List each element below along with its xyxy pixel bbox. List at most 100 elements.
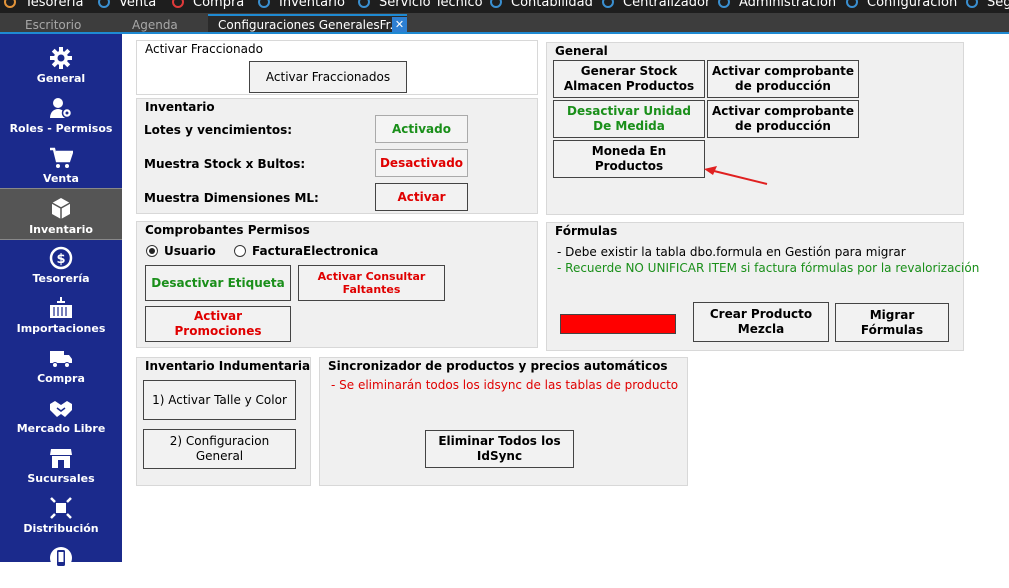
sidebar-item-compra[interactable]: Compra <box>0 338 122 388</box>
group-title: Inventario <box>145 100 215 114</box>
group-inventario: Inventario Lotes y vencimientos: Activad… <box>136 98 538 214</box>
activar-comprobante-produccion-button-2[interactable]: Activar comprobante de producción <box>707 100 859 138</box>
configuracion-general-button[interactable]: 2) Configuracion General <box>143 429 296 469</box>
menu-item-venta[interactable]: Venta <box>98 0 156 10</box>
menu-item-administracion[interactable]: Administración <box>718 0 836 10</box>
menu-dot-icon <box>358 0 370 8</box>
sidebar-item-label: Roles - Permisos <box>9 122 113 135</box>
group-title: Sincronizador de productos y precios aut… <box>328 359 668 373</box>
migrar-formulas-button[interactable]: Migrar Fórmulas <box>835 303 949 342</box>
group-comprobantes-permisos: Comprobantes Permisos Usuario FacturaEle… <box>136 221 538 348</box>
gear-icon <box>50 47 72 69</box>
menu-item-inventario[interactable]: Inventario <box>258 0 345 10</box>
progress-bar <box>560 314 676 334</box>
truck-icon <box>50 351 72 368</box>
menu-dot-icon <box>172 0 184 8</box>
menu-dot-icon <box>98 0 110 8</box>
group-title: General <box>555 44 608 58</box>
lotes-vencimientos-toggle-button[interactable]: Activado <box>375 115 468 143</box>
menu-item-servicio-tecnico[interactable]: Servicio Técnico <box>358 0 483 10</box>
desactivar-unidad-medida-button[interactable]: Desactivar Unidad De Medida <box>553 100 705 138</box>
menu-dot-icon <box>846 0 858 8</box>
sidebar-item-label: Inventario <box>29 223 93 236</box>
sidebar-item-tesoreria[interactable]: $ Tesorería <box>0 238 122 288</box>
top-menu-bar: Tesorería Venta Compra Inventario Servic… <box>0 0 1009 13</box>
dimensiones-ml-toggle-button[interactable]: Activar <box>375 183 468 211</box>
tab-configuraciones-generales[interactable]: Configuraciones GeneralesFr... ✕ <box>208 14 407 34</box>
sidebar-item-label: Sucursales <box>27 472 95 485</box>
dimensiones-ml-label: Muestra Dimensiones ML: <box>144 191 319 205</box>
activar-fraccionados-button[interactable]: Activar Fraccionados <box>249 61 407 93</box>
box-icon <box>51 198 71 219</box>
group-title: Activar Fraccionado <box>145 42 263 56</box>
menu-dot-icon <box>966 0 978 8</box>
menu-dot-icon <box>490 0 502 8</box>
sincronizador-note: - Se eliminarán todos los idsync de las … <box>331 378 679 392</box>
radio-usuario[interactable] <box>146 245 158 257</box>
menu-dot-icon <box>258 0 270 8</box>
money-cycle-icon: $ <box>49 246 73 270</box>
container-icon <box>50 297 72 318</box>
menu-item-centralizador[interactable]: Centralizador <box>602 0 710 10</box>
stock-bultos-label: Muestra Stock x Bultos: <box>144 157 306 171</box>
sidebar-item-mercado-libre[interactable]: Mercado Libre <box>0 388 122 438</box>
store-icon <box>50 449 72 468</box>
sidebar-item-roles-permisos[interactable]: Roles - Permisos <box>0 88 122 138</box>
stock-bultos-toggle-button[interactable]: Desactivado <box>375 149 468 177</box>
close-icon[interactable]: ✕ <box>392 17 407 32</box>
menu-dot-icon <box>602 0 614 8</box>
tab-bar: Escritorio Agenda Configuraciones Genera… <box>0 13 1009 34</box>
crear-producto-mezcla-button[interactable]: Crear Producto Mezcla <box>693 302 829 342</box>
sidebar-item-inventario[interactable]: Inventario <box>0 188 122 240</box>
svg-text:$: $ <box>56 252 65 267</box>
formulas-note-tabla: - Debe existir la tabla dbo.formula en G… <box>557 245 906 259</box>
group-title: Inventario Indumentaria <box>145 359 311 373</box>
distribution-icon <box>50 497 72 519</box>
sidebar-item-importaciones[interactable]: Importaciones <box>0 288 122 338</box>
moneda-en-productos-button[interactable]: Moneda En Productos <box>553 140 705 178</box>
sidebar-item-label: Compra <box>37 372 85 385</box>
sidebar: General Roles - Permisos Venta Inventari… <box>0 34 122 569</box>
group-inventario-indumentaria: Inventario Indumentaria 1) Activar Talle… <box>136 357 311 486</box>
menu-item-configuracion[interactable]: Configuración <box>846 0 957 10</box>
handshake-icon <box>50 401 72 417</box>
sidebar-item-general[interactable]: General <box>0 38 122 88</box>
activar-talle-color-button[interactable]: 1) Activar Talle y Color <box>143 380 296 420</box>
activar-comprobante-produccion-button[interactable]: Activar comprobante de producción <box>707 60 859 98</box>
sidebar-item-venta[interactable]: Venta <box>0 138 122 188</box>
red-arrow-annotation <box>704 166 768 185</box>
eliminar-idsync-button[interactable]: Eliminar Todos los IdSync <box>425 430 574 468</box>
sidebar-item-label: General <box>36 72 86 85</box>
radio-factura-electronica-label: FacturaElectronica <box>252 244 379 258</box>
mobile-icon <box>50 547 72 569</box>
group-activar-fraccionado: Activar Fraccionado Activar Fraccionados <box>136 40 538 95</box>
menu-item-seguridad[interactable]: Seg <box>966 0 1009 10</box>
group-title: Comprobantes Permisos <box>145 223 310 237</box>
group-sincronizador: Sincronizador de productos y precios aut… <box>319 357 688 486</box>
menu-item-compra[interactable]: Compra <box>172 0 244 10</box>
sidebar-item-label: Venta <box>43 172 79 185</box>
radio-factura-electronica[interactable] <box>234 245 246 257</box>
menu-dot-icon <box>718 0 730 8</box>
sidebar-item-distribucion[interactable]: Distribución <box>0 488 122 538</box>
lotes-vencimientos-label: Lotes y vencimientos: <box>144 123 293 137</box>
sidebar-item-label: Importaciones <box>16 322 106 335</box>
sidebar-item-label: Distribución <box>23 522 99 535</box>
sidebar-item-sucursales[interactable]: Sucursales <box>0 438 122 488</box>
sidebar-item-label: Mercado Libre <box>16 422 106 435</box>
tab-underline <box>0 32 1009 34</box>
activar-promociones-button[interactable]: Activar Promociones <box>145 306 291 342</box>
sidebar-item-label: Tesorería <box>32 272 90 285</box>
sidebar-item-mobile[interactable] <box>0 538 122 588</box>
cart-icon <box>50 147 73 168</box>
desactivar-etiqueta-button[interactable]: Desactivar Etiqueta <box>145 265 291 301</box>
menu-item-tesoreria[interactable]: Tesorería <box>4 0 83 10</box>
menu-dot-icon <box>4 0 16 8</box>
formulas-note-unificar: - Recuerde NO UNIFICAR ITEM si factura f… <box>557 261 980 275</box>
generar-stock-almacen-button[interactable]: Generar Stock Almacen Productos <box>553 60 705 98</box>
menu-item-contabilidad[interactable]: Contabilidad <box>490 0 593 10</box>
activar-consultar-faltantes-button[interactable]: Activar Consultar Faltantes <box>298 265 445 301</box>
group-title: Fórmulas <box>555 224 618 238</box>
radio-usuario-label: Usuario <box>164 244 216 258</box>
group-formulas: Fórmulas - Debe existir la tabla dbo.for… <box>546 222 979 351</box>
